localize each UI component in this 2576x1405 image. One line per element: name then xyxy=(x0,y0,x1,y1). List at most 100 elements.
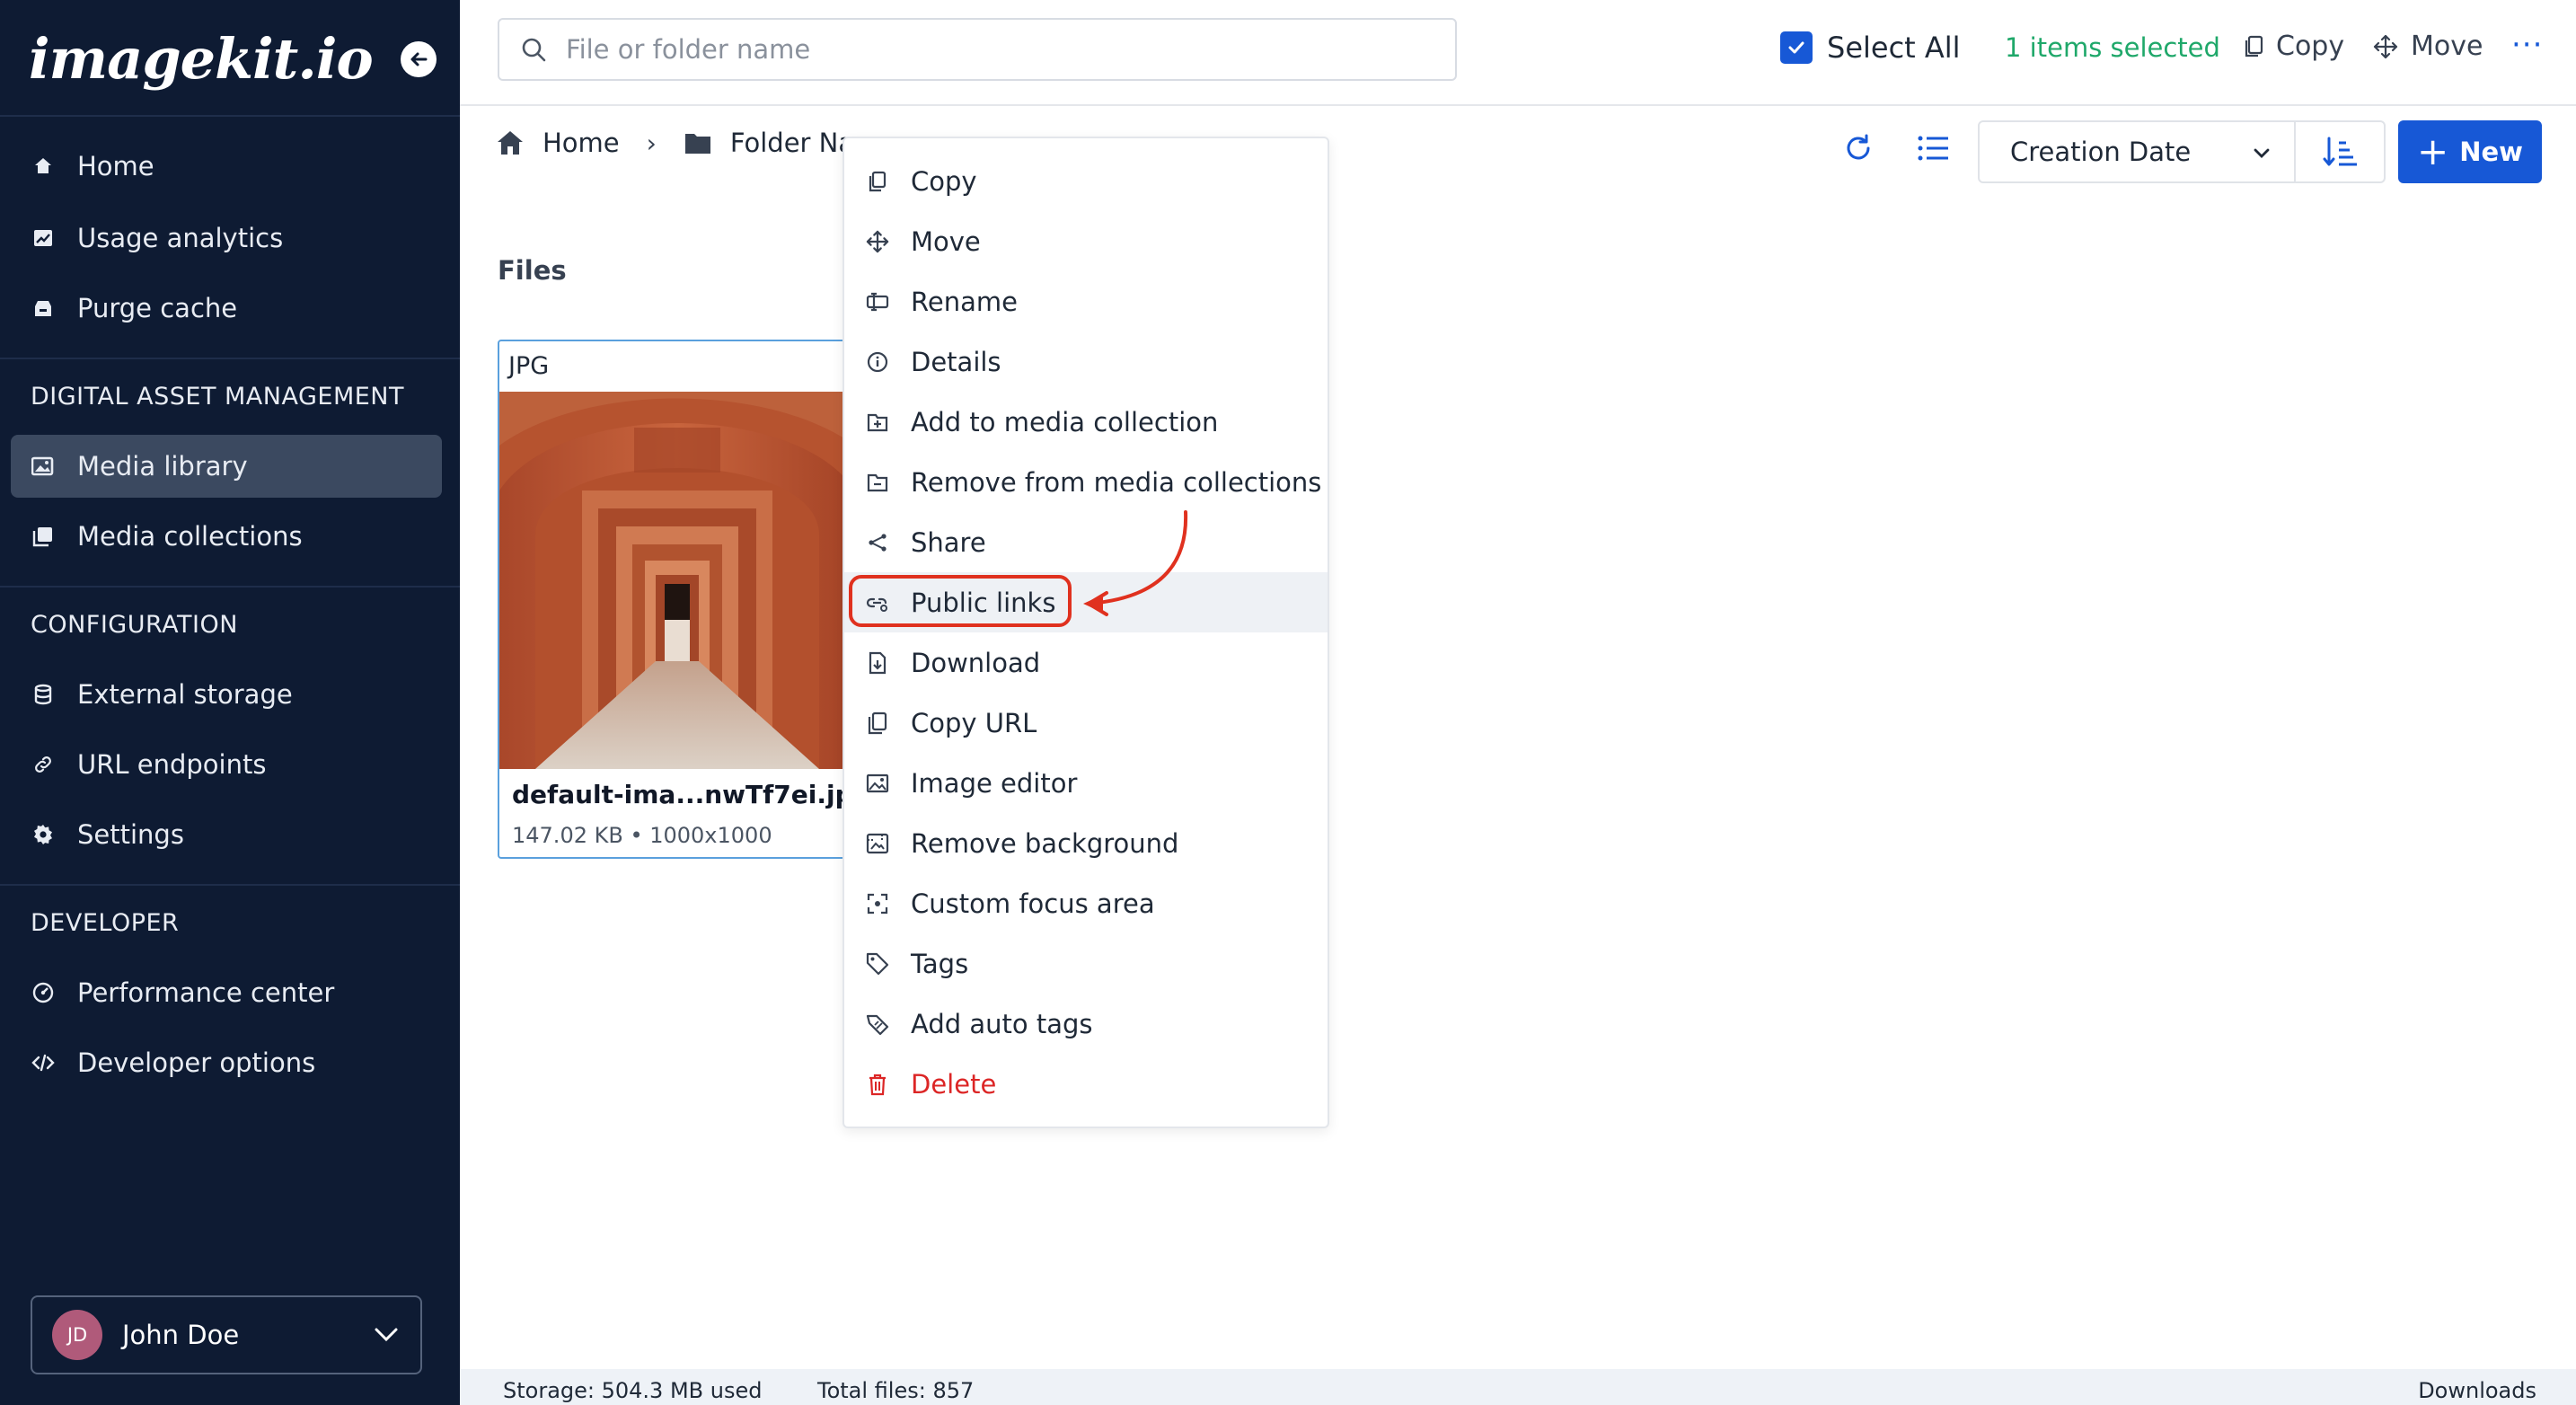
section-heading-developer: DEVELOPER xyxy=(31,909,180,937)
user-menu-dropdown[interactable]: JD John Doe xyxy=(31,1295,422,1374)
select-all-checkbox[interactable]: Select All xyxy=(1780,31,1961,65)
total-files-text: Total files: 857 xyxy=(817,1378,975,1403)
menu-item-label: Custom focus area xyxy=(911,888,1155,919)
section-heading-dam: DIGITAL ASSET MANAGEMENT xyxy=(31,383,404,411)
menu-item-copy-url[interactable]: Copy URL xyxy=(844,693,1328,753)
menu-item-copy[interactable]: Copy xyxy=(844,151,1328,211)
trash-icon xyxy=(866,1073,889,1096)
new-button[interactable]: + New xyxy=(2398,120,2542,183)
sidebar-item-label: Purge cache xyxy=(77,293,238,323)
image-editor-icon xyxy=(866,772,889,795)
performance-icon xyxy=(31,980,56,1005)
sort-descending-icon xyxy=(2323,137,2357,166)
refresh-button[interactable] xyxy=(1843,133,1874,163)
sidebar-divider xyxy=(0,115,460,117)
gear-icon xyxy=(31,822,56,847)
search-box[interactable] xyxy=(498,18,1457,81)
menu-item-label: Copy xyxy=(911,165,977,197)
sidebar-item-media-collections[interactable]: Media collections xyxy=(11,505,442,568)
share-icon xyxy=(866,531,889,554)
sidebar-divider xyxy=(0,358,460,359)
context-menu: Copy Move Rename Details Add to media co… xyxy=(842,137,1329,1128)
breadcrumb-separator: › xyxy=(646,128,657,158)
focus-icon xyxy=(866,892,889,915)
menu-item-label: Tags xyxy=(911,948,969,979)
select-all-label: Select All xyxy=(1827,31,1961,65)
file-thumbnail xyxy=(499,392,855,769)
avatar: JD xyxy=(52,1310,102,1360)
list-view-button[interactable] xyxy=(1917,133,1949,163)
sidebar-item-settings[interactable]: Settings xyxy=(11,803,442,866)
sidebar-item-usage-analytics[interactable]: Usage analytics xyxy=(11,207,442,270)
menu-item-label: Add auto tags xyxy=(911,1008,1093,1039)
info-icon xyxy=(866,350,889,374)
file-card[interactable]: JPG default-ima...nwTf7ei.jpg 147.02 KB … xyxy=(498,340,857,859)
copy-label: Copy xyxy=(2276,31,2345,62)
remove-collection-icon xyxy=(866,471,889,494)
move-button[interactable]: Move xyxy=(2373,31,2483,62)
menu-item-label: Rename xyxy=(911,286,1018,317)
file-meta: 147.02 KB • 1000x1000 xyxy=(512,823,772,848)
menu-item-custom-focus-area[interactable]: Custom focus area xyxy=(844,873,1328,933)
section-heading-configuration: CONFIGURATION xyxy=(31,611,238,639)
sidebar-item-performance-center[interactable]: Performance center xyxy=(11,961,442,1024)
sidebar-divider xyxy=(0,586,460,588)
menu-item-move[interactable]: Move xyxy=(844,211,1328,271)
menu-item-delete[interactable]: Delete xyxy=(844,1054,1328,1114)
breadcrumb-home-link[interactable]: Home xyxy=(543,128,620,158)
menu-item-download[interactable]: Download xyxy=(844,632,1328,693)
menu-item-image-editor[interactable]: Image editor xyxy=(844,753,1328,813)
download-icon xyxy=(866,651,889,675)
sort-order-button[interactable] xyxy=(2294,120,2386,183)
menu-item-label: Download xyxy=(911,647,1041,678)
home-icon xyxy=(31,154,56,179)
storage-usage-text: Storage: 504.3 MB used xyxy=(503,1378,763,1403)
downloads-link[interactable]: Downloads xyxy=(2418,1378,2536,1403)
refresh-icon xyxy=(1847,134,1870,160)
chevron-down-icon xyxy=(375,1328,398,1342)
auto-tag-icon xyxy=(866,1012,889,1036)
collapse-sidebar-button[interactable] xyxy=(401,41,437,77)
file-type-badge: JPG xyxy=(508,352,550,380)
copy-button[interactable]: Copy xyxy=(2244,31,2344,62)
sidebar-divider xyxy=(0,884,460,886)
storage-icon xyxy=(31,682,56,707)
move-label: Move xyxy=(2411,31,2483,62)
menu-item-tags[interactable]: Tags xyxy=(844,933,1328,994)
brand-logo[interactable]: imagekit.io xyxy=(29,20,374,97)
selected-count-text: 1 items selected xyxy=(2005,32,2220,63)
link-icon xyxy=(31,752,56,777)
breadcrumb-folder-link[interactable]: Folder Na xyxy=(730,128,854,158)
menu-item-label: Add to media collection xyxy=(911,406,1219,437)
sidebar-item-external-storage[interactable]: External storage xyxy=(11,663,442,726)
sidebar-item-developer-options[interactable]: Developer options xyxy=(11,1031,442,1094)
copy-icon xyxy=(2244,35,2263,58)
home-icon xyxy=(496,129,525,156)
move-icon xyxy=(866,230,889,253)
menu-item-add-auto-tags[interactable]: Add auto tags xyxy=(844,994,1328,1054)
menu-item-details[interactable]: Details xyxy=(844,331,1328,392)
move-icon xyxy=(2373,34,2398,59)
search-input[interactable] xyxy=(566,34,1374,65)
menu-item-rename[interactable]: Rename xyxy=(844,271,1328,331)
annotation-arrow-icon xyxy=(1083,510,1188,616)
menu-item-remove-background[interactable]: Remove background xyxy=(844,813,1328,873)
list-view-icon xyxy=(1918,136,1948,161)
sidebar-item-label: External storage xyxy=(77,679,293,710)
menu-item-add-to-media-collection[interactable]: Add to media collection xyxy=(844,392,1328,452)
menu-item-label: Image editor xyxy=(911,767,1078,799)
code-icon xyxy=(31,1050,56,1075)
sidebar-item-url-endpoints[interactable]: URL endpoints xyxy=(11,733,442,796)
sort-by-select[interactable]: Creation Date xyxy=(1978,120,2296,183)
menu-item-label: Share xyxy=(911,526,986,558)
sidebar-item-media-library[interactable]: Media library xyxy=(11,435,442,498)
plus-icon: + xyxy=(2417,129,2449,173)
sidebar-item-home[interactable]: Home xyxy=(11,135,442,198)
more-options-button[interactable]: ··· xyxy=(2511,27,2543,63)
sort-by-value: Creation Date xyxy=(2010,137,2192,167)
remove-bg-icon xyxy=(866,832,889,855)
sidebar-item-label: Usage analytics xyxy=(77,223,284,253)
arrow-left-icon xyxy=(410,52,428,66)
sidebar-item-purge-cache[interactable]: Purge cache xyxy=(11,277,442,340)
analytics-icon xyxy=(31,225,56,251)
